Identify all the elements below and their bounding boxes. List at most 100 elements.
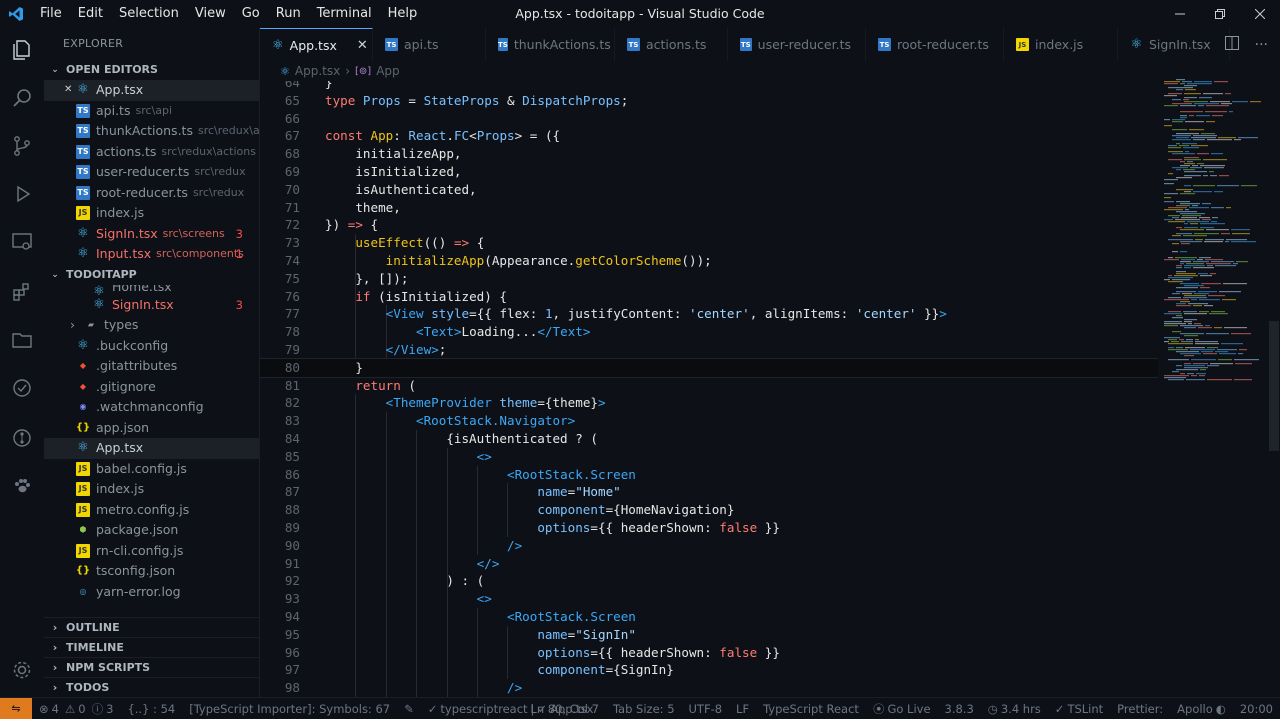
code-line[interactable]: 71 theme,: [260, 199, 1158, 217]
code-line[interactable]: 80 }: [260, 357, 1158, 378]
section-timeline[interactable]: › TIMELINE: [44, 637, 260, 657]
tab-thunkactions-ts[interactable]: TS thunkActions.ts: [486, 28, 615, 61]
code-editor[interactable]: 64} 65 type Props = StateProps & DispatchP…: [260, 81, 1158, 697]
tab-user-reducer-ts[interactable]: TS user-reducer.ts: [728, 28, 866, 61]
file-tree-item[interactable]: JS babel.config.js: [44, 459, 259, 480]
tab-size[interactable]: Tab Size: 5: [606, 702, 682, 716]
code-line[interactable]: 78 <Text>Loading...</Text>: [260, 323, 1158, 341]
menu-run[interactable]: Run: [268, 0, 309, 28]
code-line[interactable]: 70 isAuthenticated,: [260, 181, 1158, 199]
code-line[interactable]: 69 isInitialized,: [260, 163, 1158, 181]
encoding[interactable]: UTF-8: [682, 702, 730, 716]
tab-api-ts[interactable]: TS api.ts: [373, 28, 486, 61]
minimap[interactable]: [1158, 61, 1268, 697]
file-tree-item[interactable]: ⚛ Home.tsx: [44, 285, 259, 295]
minimize-button[interactable]: [1160, 0, 1200, 28]
open-editors-header[interactable]: ⌄ OPEN EDITORS: [44, 60, 259, 80]
menu-go[interactable]: Go: [234, 0, 268, 28]
breadcrumb-symbol[interactable]: App: [376, 64, 399, 78]
project-manager-icon[interactable]: [8, 326, 36, 354]
section-outline[interactable]: › OUTLINE: [44, 617, 260, 637]
menu-view[interactable]: View: [187, 0, 234, 28]
breadcrumb-file[interactable]: App.tsx: [295, 64, 340, 78]
open-editor-item[interactable]: TS actions.ts src\redux\actions: [44, 142, 259, 163]
code-line[interactable]: 86 <RootStack.Screen: [260, 466, 1158, 484]
open-editor-item[interactable]: TS api.ts src\api: [44, 101, 259, 122]
extensions-icon[interactable]: [8, 278, 36, 306]
apollo-status[interactable]: Apollo ◐: [1170, 702, 1233, 716]
open-editor-item[interactable]: JS index.js: [44, 203, 259, 224]
file-tree-item[interactable]: {} tsconfig.json: [44, 561, 259, 582]
language-selector[interactable]: TypeScript React: [756, 702, 866, 716]
code-line[interactable]: 94 <RootStack.Screen: [260, 608, 1158, 626]
scrollbar-thumb[interactable]: [1269, 321, 1279, 451]
tab-actions-ts[interactable]: TS actions.ts: [615, 28, 728, 61]
tab-index-js[interactable]: JS index.js: [1004, 28, 1118, 61]
ts-importer-status[interactable]: [TypeScript Importer]: Symbols: 67: [182, 702, 397, 716]
git-graph-icon[interactable]: [8, 424, 36, 452]
code-line[interactable]: 66: [260, 110, 1158, 128]
code-line[interactable]: 85 <>: [260, 448, 1158, 466]
maximize-button[interactable]: [1200, 0, 1240, 28]
code-line[interactable]: 73 useEffect(() => {: [260, 234, 1158, 252]
code-line[interactable]: 68 initializeApp,: [260, 145, 1158, 163]
code-line[interactable]: 84 {isAuthenticated ? (: [260, 430, 1158, 448]
testing-icon[interactable]: [8, 374, 36, 402]
ts-version[interactable]: 3.8.3: [938, 702, 981, 716]
file-tree-item[interactable]: ⚛ SignIn.tsx 3: [44, 295, 259, 316]
code-line[interactable]: 87 name="Home": [260, 483, 1158, 501]
code-line[interactable]: 96 options={{ headerShown: false }}: [260, 644, 1158, 662]
tab-signin-tsx[interactable]: ⚛ SignIn.tsx: [1118, 28, 1230, 61]
split-editor-icon[interactable]: [1224, 35, 1239, 54]
open-editor-item[interactable]: TS root-reducer.ts src\redux: [44, 183, 259, 204]
open-editor-item[interactable]: ✕ ⚛ App.tsx: [44, 80, 259, 101]
open-editor-item[interactable]: ⚛ SignIn.tsx src\screens 3: [44, 224, 259, 245]
close-icon[interactable]: ✕: [357, 38, 368, 53]
remote-explorer-icon[interactable]: [8, 228, 36, 256]
code-line[interactable]: 88 component={HomeNavigation}: [260, 501, 1158, 519]
close-window-button[interactable]: [1240, 0, 1280, 28]
code-line[interactable]: 65 type Props = StateProps & DispatchProp…: [260, 92, 1158, 110]
code-line[interactable]: 91 </>: [260, 555, 1158, 573]
tab-app-tsx[interactable]: ⚛ App.tsx ✕: [260, 28, 373, 61]
file-tree-item[interactable]: ◉ .watchmanconfig: [44, 397, 259, 418]
code-line[interactable]: 64}: [260, 81, 1158, 92]
code-line[interactable]: 81 return (: [260, 377, 1158, 395]
end-of-line[interactable]: LF: [729, 702, 756, 716]
paw-icon[interactable]: [8, 472, 36, 500]
code-line[interactable]: 72}) => {: [260, 216, 1158, 234]
time-tracker[interactable]: ◷ 3.4 hrs: [981, 702, 1048, 716]
pencil-icon[interactable]: ✎: [397, 702, 421, 716]
code-line[interactable]: 76 if (isInitialized) {: [260, 288, 1158, 306]
open-editor-item[interactable]: ⚛ Input.tsx src\components 1: [44, 244, 259, 265]
menu-selection[interactable]: Selection: [111, 0, 187, 28]
code-line[interactable]: 83 <RootStack.Navigator>: [260, 412, 1158, 430]
file-tree-item[interactable]: ⚛ .buckconfig: [44, 336, 259, 357]
file-tree-item[interactable]: ◆ .gitattributes: [44, 356, 259, 377]
code-line[interactable]: 95 name="SignIn": [260, 626, 1158, 644]
file-tree-item[interactable]: ⬢ package.json: [44, 520, 259, 541]
explorer-icon[interactable]: [8, 36, 36, 64]
prettier-status[interactable]: Prettier:: [1110, 702, 1170, 716]
code-line[interactable]: 67 const App: React.FC<Props> = ({: [260, 127, 1158, 145]
code-line[interactable]: 82 <ThemeProvider theme={theme}>: [260, 394, 1158, 412]
project-header[interactable]: ⌄ TODOITAPP: [44, 265, 259, 285]
more-actions-icon[interactable]: ···: [1255, 37, 1268, 53]
code-line[interactable]: 90 />: [260, 537, 1158, 555]
bracket-info[interactable]: {..} : 54: [120, 702, 182, 716]
code-line[interactable]: 93 <>: [260, 590, 1158, 608]
code-line[interactable]: 89 options={{ headerShown: false }}: [260, 519, 1158, 537]
open-editor-item[interactable]: TS thunkActions.ts src\redux\acti...: [44, 121, 259, 142]
file-tree-item[interactable]: {} app.json: [44, 418, 259, 439]
search-icon[interactable]: [8, 84, 36, 112]
code-line[interactable]: 74 initializeApp(Appearance.getColorSche…: [260, 252, 1158, 270]
remote-indicator-icon[interactable]: ⇋: [0, 697, 32, 719]
settings-gear-icon[interactable]: [8, 656, 36, 684]
file-tree-item[interactable]: JS index.js: [44, 479, 259, 500]
file-tree-item[interactable]: › ▰ types: [44, 315, 259, 336]
source-control-icon[interactable]: [8, 132, 36, 160]
editor-scrollbar[interactable]: [1268, 61, 1280, 697]
code-line[interactable]: 97 component={SignIn}: [260, 661, 1158, 679]
close-icon[interactable]: ✕: [64, 80, 76, 101]
code-line[interactable]: 98 />: [260, 679, 1158, 697]
